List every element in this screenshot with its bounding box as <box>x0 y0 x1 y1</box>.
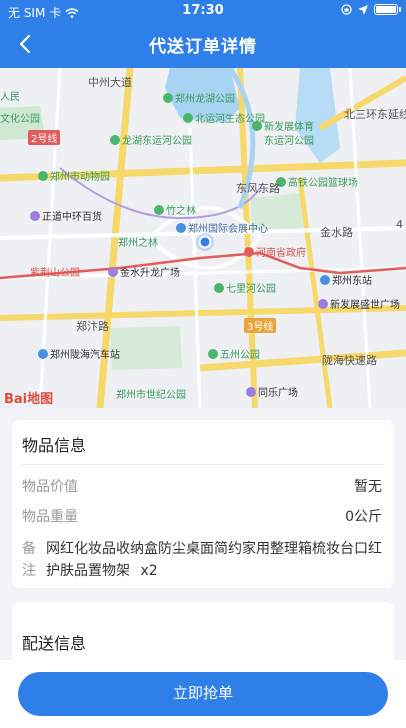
road-jinshui: 金水路 <box>320 226 353 239</box>
goods-note-text: 网红化妆品收纳盒防尘桌面简约家用整理箱梳妆台口红护肤品置物架 <box>46 541 382 579</box>
delivery-info-title: 配送信息 <box>22 634 87 653</box>
grab-order-button[interactable]: 立即抢单 <box>18 672 388 716</box>
poi-jinshui-square[interactable]: 金水升龙广场 <box>108 264 180 279</box>
map-logo: Bai地图 <box>4 392 54 407</box>
poi-century-park[interactable]: 郑州市世纪公园 <box>116 386 186 401</box>
goods-info-card: 物品信息 物品价值 暂无 物品重量 0公斤 备注 网红化妆品收纳盒防尘桌面简约家… <box>12 420 394 588</box>
poi-longhai-bus-station[interactable]: 郑州陇海汽车站 <box>38 346 120 361</box>
poi-zhengzhou-forest[interactable]: 郑州之林 <box>118 234 158 249</box>
road-longhai: 陇海快速路 <box>322 354 377 367</box>
goods-value: 暂无 <box>354 479 382 495</box>
shopping-icon <box>246 386 256 397</box>
goods-weight-label: 物品重量 <box>22 509 78 525</box>
poi-qilihe-park[interactable]: 七里河公园 <box>214 280 276 295</box>
page-title: 代送订单详情 <box>149 37 257 57</box>
poi-new-square[interactable]: 新发展盛世广场 <box>318 296 400 311</box>
poi-longhu-east-canal-park[interactable]: 龙湖东运河公园 <box>110 132 192 147</box>
poi-zhengdao-mall[interactable]: 正道中环百货 <box>30 208 102 223</box>
goods-note-label: 备注 <box>22 541 36 579</box>
poi-henan-government[interactable]: 河南省政府 <box>244 244 306 259</box>
goods-weight: 0公斤 <box>345 509 382 525</box>
shopping-icon <box>108 266 118 277</box>
park-icon <box>252 120 262 131</box>
orientation-lock-icon <box>341 4 352 15</box>
park-icon <box>154 204 164 215</box>
status-right <box>341 4 401 15</box>
top-bar: 无 SIM 卡 17:30 代送订单详情 <box>0 0 406 68</box>
bus-icon <box>38 348 48 359</box>
road-zhengbian: 郑汴路 <box>76 320 109 333</box>
poi-sports[interactable]: 新发展体育 <box>252 118 314 133</box>
metro-line-2-label: 2号线 <box>28 130 61 145</box>
park-icon <box>38 170 48 181</box>
building-icon <box>176 222 186 233</box>
poi-zijingshan-park[interactable]: 紫荆山公园 <box>30 264 80 279</box>
poi-east-station[interactable]: 郑州东站 <box>320 272 372 287</box>
poi-gaotie-court[interactable]: 高铁公园篮球场 <box>276 174 358 189</box>
road-4: 4 <box>396 218 403 231</box>
poi-zoo[interactable]: 郑州市动物园 <box>38 168 110 183</box>
poi-longhu-park[interactable]: 郑州龙湖公园 <box>163 90 235 105</box>
road-zhongzhou: 中州大道 <box>88 76 132 89</box>
metro-line-3-label: 3号线 <box>244 318 277 333</box>
poi-cultural-park[interactable]: 文化公园 <box>0 110 40 125</box>
poi-east-canal-park[interactable]: 东运河公园 <box>264 132 314 147</box>
park-icon <box>183 112 193 123</box>
goods-value-label: 物品价值 <box>22 479 78 495</box>
road-beisan: 北三环东延线 <box>344 108 406 121</box>
poi-tongle-square[interactable]: 同乐广场 <box>246 384 298 399</box>
map-view[interactable]: 郑州龙湖公园 北运河生态公园 龙湖东运河公园 新发展体育 东运河公园 北三环东延… <box>0 68 406 408</box>
battery-icon <box>374 4 401 15</box>
nav-bar: 代送订单详情 <box>0 24 406 64</box>
goods-info-title: 物品信息 <box>22 436 87 455</box>
current-location-icon <box>196 233 214 251</box>
road-dongfeng: 东风东路 <box>236 182 280 195</box>
goods-quantity: x2 <box>140 563 158 579</box>
government-icon <box>244 246 254 257</box>
poi-zhuzhi[interactable]: 竹之林 <box>154 202 196 217</box>
shopping-icon <box>318 298 328 309</box>
train-icon <box>320 274 330 285</box>
park-icon <box>110 134 120 145</box>
poi-convention-center[interactable]: 郑州国际会展中心 <box>176 220 268 235</box>
shopping-icon <box>30 210 40 221</box>
goods-note: 网红化妆品收纳盒防尘桌面简约家用整理箱梳妆台口红护肤品置物架 x2 <box>46 538 382 582</box>
park-icon <box>163 92 173 103</box>
goods-divider <box>22 464 384 465</box>
poi-wuzhou-park[interactable]: 五州公园 <box>208 346 260 361</box>
poi-renmin[interactable]: 人民 <box>0 88 20 103</box>
park-icon <box>214 282 224 293</box>
park-icon <box>208 348 218 359</box>
status-bar: 无 SIM 卡 17:30 <box>0 0 406 22</box>
location-arrow-icon <box>358 4 368 15</box>
